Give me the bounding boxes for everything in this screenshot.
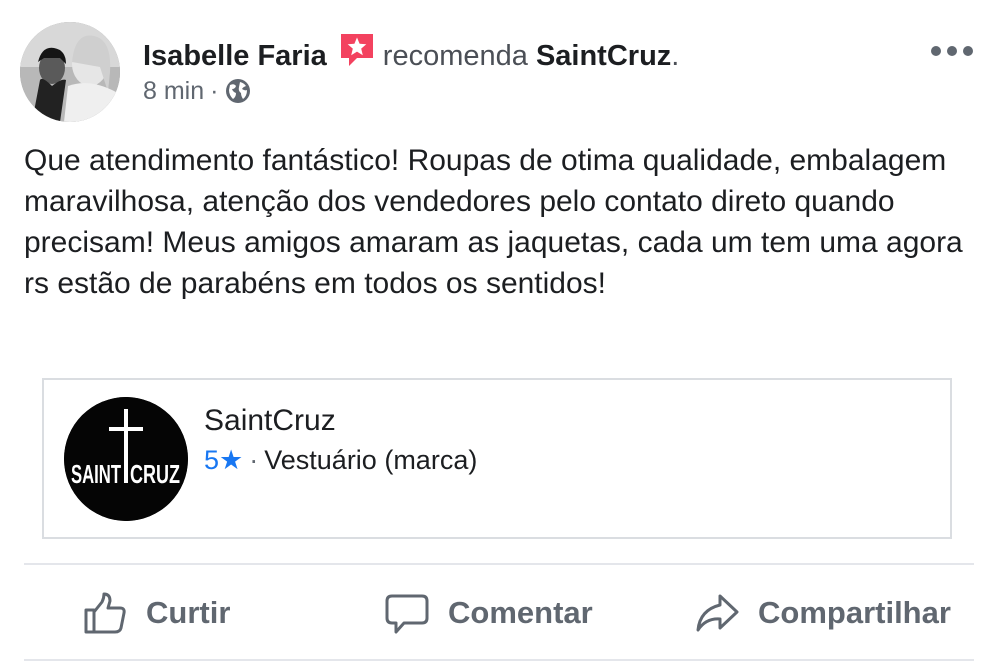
author-name[interactable]: Isabelle Faria	[143, 40, 327, 72]
recommend-star-icon	[337, 30, 377, 70]
card-meta-separator: ·	[249, 445, 259, 475]
share-button[interactable]: Compartilhar	[694, 588, 951, 638]
saintcruz-logo: SAINT CRUZ	[64, 397, 188, 521]
post-header-line: Isabelle Faria recomenda SaintCruz.	[143, 30, 679, 74]
meta-separator: ·	[210, 77, 219, 105]
post-body-text: Que atendimento fantástico! Roupas de ot…	[24, 144, 963, 300]
recommend-verb: recomenda	[382, 40, 528, 72]
action-bar-divider-top	[24, 563, 974, 565]
author-avatar[interactable]	[20, 22, 120, 122]
post-timestamp[interactable]: 8 min	[143, 77, 204, 105]
post-meta: 8 min ·	[143, 75, 252, 107]
logo-text-right: CRUZ	[130, 459, 180, 489]
header-period: .	[671, 40, 680, 72]
action-bar-divider-bottom	[24, 659, 974, 661]
like-label: Curtir	[146, 595, 231, 630]
comment-label: Comentar	[448, 595, 593, 630]
card-rating: 5	[204, 445, 220, 475]
logo-text-left: SAINT	[71, 459, 121, 489]
share-label: Compartilhar	[758, 595, 951, 630]
more-options-icon[interactable]	[930, 44, 974, 58]
page-card[interactable]: SAINT CRUZ SaintCruz 5★ · Vestuário (marca…	[42, 378, 952, 539]
card-page-meta: 5★ · Vestuário (marca)	[204, 442, 477, 478]
card-page-name[interactable]: SaintCruz	[204, 402, 336, 440]
recommendation-post: Isabelle Faria recomenda SaintCruz. 8 mi…	[0, 0, 1000, 663]
globe-icon[interactable]	[224, 77, 252, 105]
share-arrow-icon	[696, 594, 739, 632]
comment-button[interactable]: Comentar	[384, 588, 593, 638]
card-category: Vestuário (marca)	[264, 445, 478, 475]
rating-star-icon: ★	[219, 445, 244, 475]
recommended-page-link[interactable]: SaintCruz	[536, 40, 671, 72]
thumbs-up-icon	[84, 592, 126, 634]
comment-bubble-icon	[385, 594, 429, 634]
like-button[interactable]: Curtir	[82, 588, 230, 638]
